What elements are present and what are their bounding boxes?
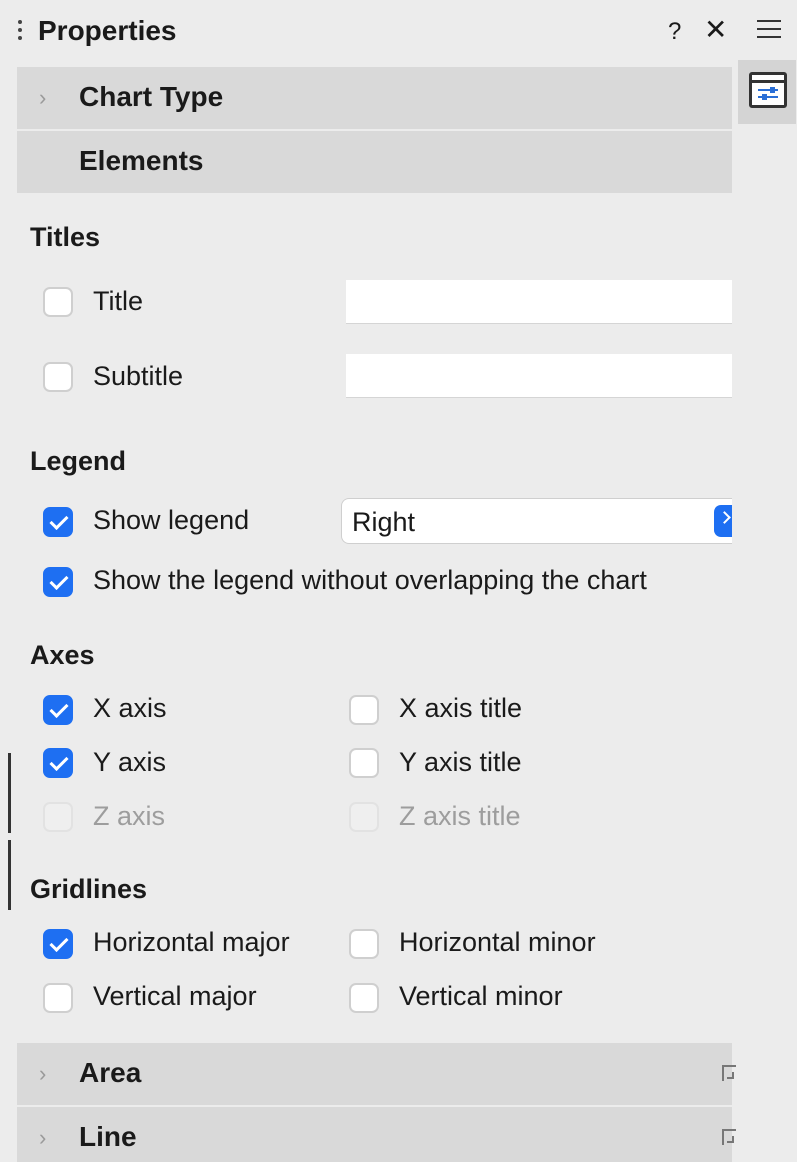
section-label: Line — [79, 1121, 137, 1152]
panel-title: Properties — [38, 15, 177, 46]
resize-edge-mark[interactable] — [8, 840, 11, 910]
axes-group-label: Axes — [30, 640, 95, 670]
z-axis-title-label: Z axis title — [399, 801, 521, 831]
section-label: Elements — [79, 145, 204, 176]
section-label: Chart Type — [79, 81, 224, 112]
title-input[interactable] — [346, 280, 732, 324]
horizontal-minor-checkbox[interactable] — [349, 929, 379, 959]
legend-group-label: Legend — [30, 446, 127, 476]
z-axis-checkbox — [43, 802, 73, 832]
z-axis-label: Z axis — [93, 801, 166, 831]
legend-no-overlap-label: Show the legend without overlapping the … — [93, 565, 647, 595]
vertical-major-checkbox[interactable] — [43, 983, 73, 1013]
legend-position-value: Right — [352, 507, 416, 537]
section-line[interactable]: › Line — [17, 1107, 736, 1162]
close-button[interactable]: ✕ — [704, 16, 727, 44]
x-axis-title-checkbox[interactable] — [349, 695, 379, 725]
subtitle-checkbox-label: Subtitle — [93, 361, 184, 391]
y-axis-label: Y axis — [93, 747, 167, 777]
horizontal-minor-label: Horizontal minor — [399, 927, 596, 957]
y-axis-title-checkbox[interactable] — [349, 748, 379, 778]
y-axis-title-label: Y axis title — [399, 747, 522, 777]
vertical-major-label: Vertical major — [93, 981, 257, 1011]
help-button[interactable]: ? — [668, 18, 681, 46]
chevron-right-icon: › — [39, 1125, 47, 1150]
resize-edge-mark[interactable] — [8, 753, 11, 833]
title-checkbox-label: Title — [93, 286, 144, 316]
horizontal-major-label: Horizontal major — [93, 927, 290, 957]
x-axis-checkbox[interactable] — [43, 695, 73, 725]
horizontal-major-checkbox[interactable] — [43, 929, 73, 959]
chevron-right-icon: › — [39, 1061, 47, 1086]
chevron-right-icon: › — [39, 85, 47, 110]
section-area[interactable]: › Area — [17, 1043, 736, 1105]
more-options-icon[interactable] — [722, 1065, 736, 1081]
legend-position-select[interactable]: Right — [341, 498, 732, 544]
titles-group-label: Titles — [30, 222, 101, 252]
vertical-minor-checkbox[interactable] — [349, 983, 379, 1013]
gridlines-group-label: Gridlines — [30, 874, 148, 904]
x-axis-title-label: X axis title — [399, 693, 523, 723]
more-options-icon[interactable] — [722, 1129, 736, 1145]
drag-handle-icon[interactable] — [18, 20, 22, 44]
legend-no-overlap-checkbox[interactable] — [43, 567, 73, 597]
z-axis-title-checkbox — [349, 802, 379, 832]
section-elements[interactable]: Elements — [17, 131, 732, 193]
subtitle-input[interactable] — [346, 354, 732, 398]
title-checkbox[interactable] — [43, 287, 73, 317]
show-legend-checkbox[interactable] — [43, 507, 73, 537]
panel-header: Properties ? ✕ — [0, 0, 738, 66]
properties-tab[interactable] — [738, 60, 796, 124]
vertical-minor-label: Vertical minor — [399, 981, 563, 1011]
section-label: Area — [79, 1057, 142, 1088]
show-legend-label: Show legend — [93, 505, 250, 535]
section-chart-type[interactable]: › Chart Type — [17, 67, 732, 129]
sidebar-menu-icon[interactable] — [757, 20, 781, 44]
properties-sliders-icon — [749, 72, 787, 108]
subtitle-checkbox[interactable] — [43, 362, 73, 392]
dropdown-chevron-icon[interactable] — [714, 505, 732, 537]
y-axis-checkbox[interactable] — [43, 748, 73, 778]
x-axis-label: X axis — [93, 693, 167, 723]
